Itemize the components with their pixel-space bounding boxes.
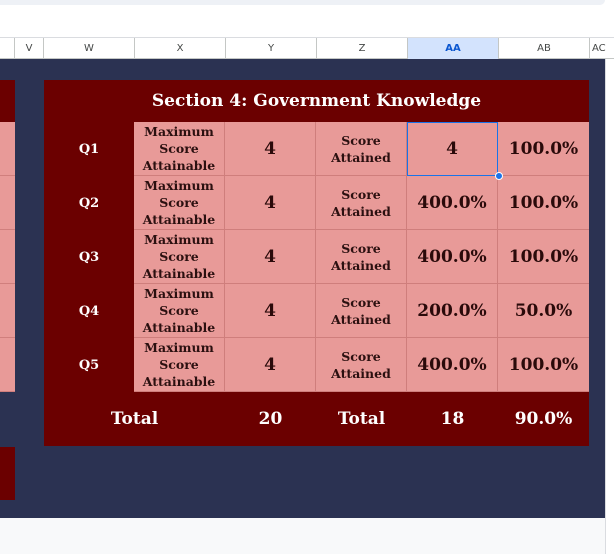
question-label[interactable]: Q1: [44, 122, 134, 176]
score-attained-label[interactable]: Score Attained: [316, 230, 407, 284]
max-score-value[interactable]: 4: [225, 230, 316, 284]
previous-row-4[interactable]: [0, 284, 15, 338]
score-attained-value[interactable]: 400.0%: [407, 338, 498, 392]
score-attained-value[interactable]: 400.0%: [407, 176, 498, 230]
score-attained-label[interactable]: Score Attained: [316, 338, 407, 392]
column-header-bar: V W X Y Z AA AB AC: [0, 37, 614, 59]
previous-section-header: [0, 80, 15, 122]
vertical-scrollbar-track[interactable]: [605, 59, 614, 554]
question-label[interactable]: Q5: [44, 338, 134, 392]
max-score-label[interactable]: Maximum Score Attainable: [134, 338, 225, 392]
score-attained-label[interactable]: Score Attained: [316, 284, 407, 338]
score-attained-value[interactable]: 200.0%: [407, 284, 498, 338]
max-score-value[interactable]: 4: [225, 284, 316, 338]
question-label[interactable]: Q3: [44, 230, 134, 284]
percentage-value[interactable]: 100.0%: [498, 122, 589, 176]
total-max-value[interactable]: 20: [225, 392, 316, 446]
max-score-label[interactable]: Maximum Score Attainable: [134, 122, 225, 176]
percentage-value[interactable]: 100.0%: [498, 176, 589, 230]
question-label[interactable]: Q2: [44, 176, 134, 230]
formula-bar-edge: [0, 0, 605, 5]
column-header-w[interactable]: W: [44, 38, 135, 59]
max-score-value[interactable]: 4: [225, 176, 316, 230]
max-score-label[interactable]: Maximum Score Attainable: [134, 176, 225, 230]
total-label-max[interactable]: Total: [44, 392, 225, 446]
total-attained-value[interactable]: 18: [407, 392, 498, 446]
toolbar-area: [0, 0, 614, 37]
column-header-x[interactable]: X: [135, 38, 226, 59]
total-label-attained[interactable]: Total: [316, 392, 407, 446]
previous-section-table-edge: [0, 80, 15, 500]
percentage-value[interactable]: 100.0%: [498, 230, 589, 284]
section-table: Section 4: Government Knowledge Q1 Maxim…: [44, 80, 589, 446]
score-attained-value-selected[interactable]: 4: [407, 122, 498, 176]
previous-row-1[interactable]: [0, 122, 15, 176]
max-score-label[interactable]: Maximum Score Attainable: [134, 284, 225, 338]
sheet-bottom-area: [0, 518, 605, 554]
column-header-aa[interactable]: AA: [408, 38, 499, 59]
column-header-y[interactable]: Y: [226, 38, 317, 59]
column-header-z[interactable]: Z: [317, 38, 408, 59]
percentage-value[interactable]: 100.0%: [498, 338, 589, 392]
previous-row-2[interactable]: [0, 176, 15, 230]
column-header-ab[interactable]: AB: [499, 38, 590, 59]
previous-row-5[interactable]: [0, 338, 15, 392]
max-score-label[interactable]: Maximum Score Attainable: [134, 230, 225, 284]
column-header-v[interactable]: V: [15, 38, 44, 59]
score-attained-label[interactable]: Score Attained: [316, 122, 407, 176]
previous-row-3[interactable]: [0, 230, 15, 284]
section-title: Section 4: Government Knowledge: [151, 91, 482, 111]
column-header-partial[interactable]: [0, 38, 15, 59]
question-label[interactable]: Q4: [44, 284, 134, 338]
fill-handle[interactable]: [495, 172, 503, 180]
column-header-ac[interactable]: AC: [590, 38, 614, 59]
percentage-value[interactable]: 50.0%: [498, 284, 589, 338]
max-score-value[interactable]: 4: [225, 338, 316, 392]
previous-total-row: [0, 393, 15, 447]
score-attained-label[interactable]: Score Attained: [316, 176, 407, 230]
max-score-value[interactable]: 4: [225, 122, 316, 176]
score-attained-value[interactable]: 400.0%: [407, 230, 498, 284]
previous-section-footer: [0, 447, 15, 500]
total-percentage-value[interactable]: 90.0%: [498, 392, 589, 446]
